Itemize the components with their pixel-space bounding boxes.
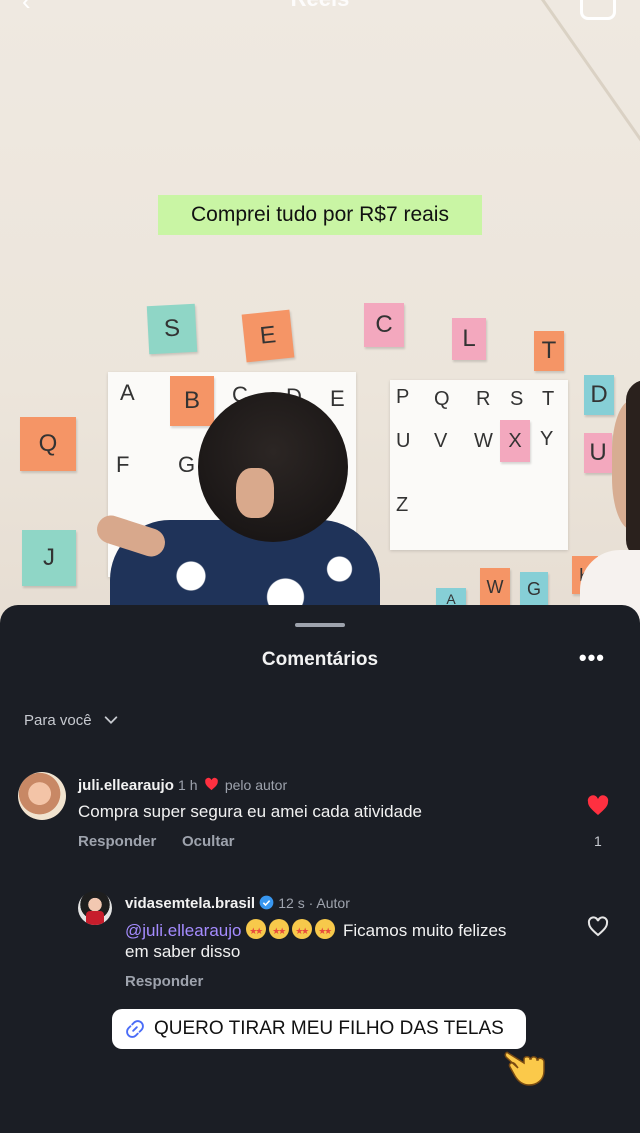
board-letter: F bbox=[116, 452, 130, 477]
reply-button[interactable]: Responder bbox=[125, 973, 203, 990]
like-count: 1 bbox=[594, 833, 602, 849]
verified-badge-icon bbox=[259, 895, 274, 910]
board-letter: A bbox=[120, 380, 135, 405]
heart-icon[interactable] bbox=[586, 794, 610, 818]
sticky-note: B bbox=[170, 376, 214, 426]
sticky-note: J bbox=[22, 530, 76, 586]
reply-text: @juli.ellearaujo Ficamos muito felizes e… bbox=[125, 919, 565, 962]
board-letter: R bbox=[476, 388, 491, 410]
woman-figure bbox=[580, 380, 640, 640]
star-struck-emoji-icon bbox=[246, 919, 267, 942]
star-struck-emoji-icon bbox=[315, 919, 336, 942]
avatar[interactable] bbox=[78, 891, 112, 925]
sticky-note: X bbox=[500, 420, 530, 462]
comment-header: juli.ellearaujo 1 h pelo autor bbox=[78, 777, 287, 794]
comment-username[interactable]: juli.ellearaujo bbox=[78, 777, 174, 794]
sticky-note: S bbox=[146, 303, 198, 355]
board-letter: Q bbox=[434, 388, 450, 410]
board-letter: P bbox=[396, 386, 410, 408]
reels-title: Reels bbox=[0, 0, 640, 12]
alphabet-board-right: P Q R S T U V W Y Z bbox=[390, 380, 568, 550]
cta-link-label: QUERO TIRAR MEU FILHO DAS TELAS bbox=[154, 1018, 504, 1039]
chevron-down-icon bbox=[104, 716, 117, 724]
board-letter: Z bbox=[396, 494, 409, 516]
board-letter: W bbox=[474, 430, 493, 452]
sticky-note: T bbox=[534, 331, 564, 371]
sticky-note: E bbox=[241, 309, 295, 363]
child-head bbox=[198, 392, 348, 542]
star-struck-emoji-icon bbox=[269, 919, 290, 942]
board-letter: G bbox=[178, 452, 196, 477]
video-caption: Comprei tudo por R$7 reais bbox=[158, 195, 482, 235]
heart-icon bbox=[204, 777, 218, 791]
hide-button[interactable]: Ocultar bbox=[182, 833, 235, 850]
more-options-icon[interactable]: ••• bbox=[579, 645, 605, 671]
reply-text-line2: em saber disso bbox=[125, 942, 241, 961]
comment-time: 1 h bbox=[178, 777, 198, 793]
board-letter: U bbox=[396, 430, 411, 452]
heart-outline-icon[interactable] bbox=[586, 915, 610, 939]
drag-handle[interactable] bbox=[295, 623, 345, 627]
liked-by-author-label: pelo autor bbox=[224, 777, 288, 793]
reply-text-line1: Ficamos muito felizes bbox=[342, 921, 507, 940]
sticky-note: C bbox=[364, 303, 404, 347]
reply-header: vidasemtela.brasil 12 s · Autor bbox=[125, 895, 350, 912]
cta-link-button[interactable]: QUERO TIRAR MEU FILHO DAS TELAS bbox=[112, 1009, 526, 1049]
sticky-note: G bbox=[520, 572, 548, 606]
comment-text: Compra super segura eu amei cada ativida… bbox=[78, 802, 422, 821]
mention-link[interactable]: @juli.ellearaujo bbox=[125, 921, 242, 940]
reel-video[interactable]: ‹ Reels Comprei tudo por R$7 reais S E C… bbox=[0, 0, 640, 640]
board-letter: Y bbox=[540, 428, 554, 450]
board-letter: S bbox=[510, 388, 524, 410]
sticky-note: L bbox=[452, 318, 486, 360]
child-ear bbox=[236, 468, 274, 518]
sheet-title: Comentários bbox=[261, 649, 379, 670]
reply-time: 12 s bbox=[278, 895, 305, 911]
board-letter: V bbox=[434, 430, 448, 452]
author-badge: Autor bbox=[316, 895, 350, 911]
comment-filter-dropdown[interactable]: Para você bbox=[24, 711, 120, 729]
board-letter: T bbox=[542, 388, 555, 410]
sticky-note: Q bbox=[20, 417, 76, 471]
star-struck-emoji-icon bbox=[292, 919, 313, 942]
reply-button[interactable]: Responder bbox=[78, 833, 156, 850]
board-letter: E bbox=[330, 386, 345, 411]
filter-label: Para você bbox=[24, 711, 92, 729]
avatar[interactable] bbox=[18, 772, 66, 820]
reply-username[interactable]: vidasemtela.brasil bbox=[125, 895, 255, 912]
link-icon bbox=[126, 1020, 144, 1038]
comments-sheet: Comentários ••• Para você juli.ellearauj… bbox=[0, 605, 640, 1133]
pointing-hand-icon bbox=[504, 1051, 545, 1086]
wall-edge bbox=[527, 0, 640, 161]
sticky-note: W bbox=[480, 568, 510, 606]
camera-icon[interactable] bbox=[580, 0, 616, 20]
